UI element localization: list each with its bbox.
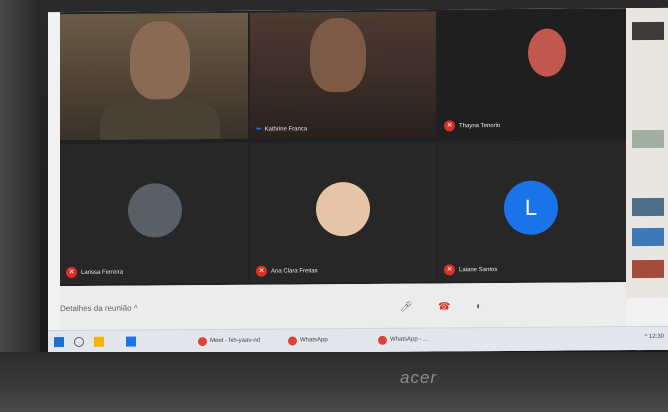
mic-off-icon: ✕	[444, 120, 455, 132]
mic-off-icon: ✕	[444, 264, 455, 276]
laptop-bottom-bezel	[0, 352, 668, 412]
participant-name-2: ▪▪▪ Kathrine Franca	[256, 125, 308, 133]
participant-tile-4[interactable]: ✕ Larissa Ferreira	[60, 142, 248, 285]
chrome-icon	[198, 336, 207, 346]
mic-off-icon: ✕	[256, 265, 267, 277]
meeting-details[interactable]: Detalhes da reunião ^	[60, 304, 138, 314]
participant-name-4: ✕ Larissa Ferreira	[66, 266, 123, 279]
participant-tile-6[interactable]: L ✕ Laiane Santos	[438, 140, 626, 282]
side-thumbnail[interactable]	[632, 197, 664, 217]
taskbar-button-whatsapp[interactable]: WhatsApp	[288, 333, 328, 347]
participant-tile-3[interactable]: ✕ Thayna Tenorio	[438, 10, 626, 138]
chevron-up-icon: ^	[133, 303, 138, 313]
participant-avatar	[316, 181, 370, 237]
participant-name-6: ✕ Laiane Santos	[444, 264, 497, 276]
speaking-icon: ▪▪▪	[256, 125, 261, 133]
side-thumbnail[interactable]	[632, 21, 664, 41]
taskbar-clock: ^ 12:30	[644, 333, 665, 340]
participant-avatar-letter: L	[504, 180, 558, 235]
mic-button[interactable]: 🎤︎	[400, 302, 413, 313]
participant-face	[528, 28, 566, 77]
camera-button[interactable]: ◐	[476, 301, 482, 312]
search-icon[interactable]	[74, 336, 84, 347]
windows-taskbar: Meet - fxh-yaav-nd WhatsApp WhatsApp - .…	[48, 325, 668, 355]
brand-logo: acer	[400, 368, 438, 387]
side-thumbnail[interactable]	[632, 259, 664, 279]
participant-name-3: ✕ Thayna Tenorio	[444, 120, 500, 132]
side-thumbnail[interactable]	[632, 227, 664, 247]
participant-name-5: ✕ Ana Clara Freitas	[256, 265, 318, 277]
participant-face	[130, 21, 190, 100]
participant-tile-1[interactable]	[60, 12, 248, 141]
end-call-button[interactable]: ☎	[438, 301, 450, 312]
laptop-left-edge	[0, 0, 40, 412]
taskbar-button-meet[interactable]: Meet - fxh-yaav-nd	[198, 334, 260, 348]
taskbar-button-whatsapp-2[interactable]: WhatsApp - ...	[378, 333, 428, 347]
meet-grid: ▪▪▪ Kathrine Franca ✕ Thayna Tenorio ✕ L…	[60, 8, 626, 287]
participant-avatar	[128, 183, 182, 238]
windows-start-icon[interactable]	[54, 337, 64, 348]
participant-body	[100, 98, 220, 141]
laptop-screen: ▪▪▪ Kathrine Franca ✕ Thayna Tenorio ✕ L…	[48, 7, 668, 355]
chrome-icon	[378, 335, 387, 345]
participant-tile-5[interactable]: ✕ Ana Clara Freitas	[250, 141, 436, 283]
mic-off-icon: ✕	[66, 266, 77, 279]
side-panel	[626, 7, 668, 299]
app-icon[interactable]	[126, 336, 136, 347]
chrome-icon	[288, 335, 297, 345]
participant-tile-2[interactable]: ▪▪▪ Kathrine Franca	[250, 11, 436, 139]
task-view-icon[interactable]	[94, 336, 104, 347]
participant-face	[310, 17, 366, 93]
side-thumbnail[interactable]	[632, 129, 664, 149]
